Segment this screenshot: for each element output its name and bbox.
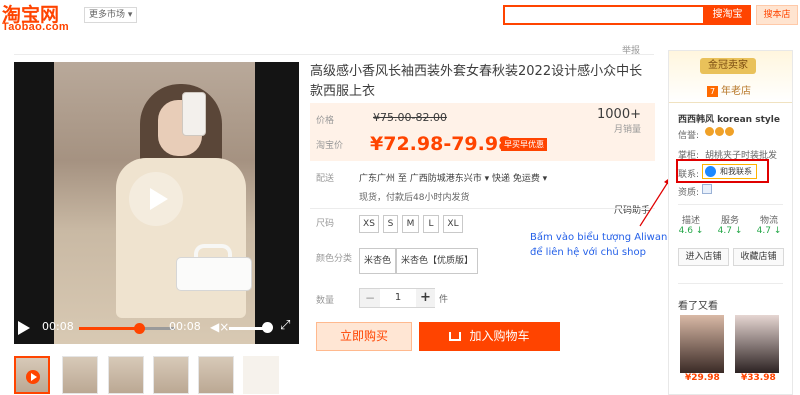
big-play-button[interactable] [129, 172, 183, 226]
chevron-down-icon: ▾ [127, 10, 133, 20]
video-duration: 00:08 [169, 320, 201, 333]
crown-icon [715, 127, 724, 136]
sales-label: 月销量 [613, 125, 641, 135]
score-description: 描述 4.6 ↓ [673, 213, 709, 236]
shop-age-label: 年老店 [721, 86, 751, 97]
delivery-label: 配送 [316, 174, 335, 184]
search-taobao-button[interactable]: 搜淘宝 [704, 5, 751, 25]
shop-sidebar: 金冠卖家 7 年老店 西西韩风 korean style 信誉: 掌柜: 胡桃夹子… [668, 50, 793, 395]
cart-icon [449, 332, 462, 341]
fullscreen-icon[interactable]: ⤢ [280, 318, 290, 333]
original-price: ¥75.00-82.00 [373, 111, 447, 124]
highlight-box [676, 159, 769, 183]
quantity-input[interactable]: 1 [380, 289, 416, 307]
also-viewed-title: 看了又看 [678, 301, 718, 312]
quantity-stepper: − 1 + [359, 288, 435, 308]
market-label: 更多市场 [89, 10, 126, 20]
thumbnail-image[interactable] [243, 356, 279, 394]
score-value: 4.7 ↓ [756, 226, 782, 236]
add-to-cart-button[interactable]: 加入购物车 [419, 322, 560, 351]
score-value: 4.6 ↓ [678, 226, 704, 236]
score-label: 服务 [720, 216, 739, 226]
video-progress-bar[interactable] [79, 323, 175, 334]
logo-subtext: Taobao.com [2, 21, 69, 33]
score-logistics: 物流 4.7 ↓ [751, 213, 787, 236]
buy-now-button[interactable]: 立即购买 [316, 322, 412, 351]
qualification-icon[interactable] [702, 184, 712, 194]
qualification-label: 资质: [678, 188, 700, 198]
taobao-logo[interactable]: 淘宝网 Taobao.com [0, 0, 78, 34]
quantity-label: 数量 [316, 296, 335, 306]
video-current-time: 00:08 [42, 320, 74, 333]
volume-handle[interactable] [262, 322, 273, 333]
favorite-shop-button[interactable]: 收藏店铺 [733, 248, 784, 266]
thumbnail-image[interactable] [62, 356, 98, 394]
credit-label: 信誉: [678, 131, 700, 141]
search-input[interactable] [503, 5, 705, 25]
recommended-item-image[interactable] [680, 315, 724, 373]
delivery-row: 配送 广东广州 至 广西防城港东兴市 ▾ 快递 免运费 ▾ 现货，付款后48小时… [310, 171, 655, 207]
size-option[interactable]: L [423, 215, 439, 233]
monthly-sales: 1000+ 月销量 [597, 107, 641, 135]
score-value: 4.7 ↓ [717, 226, 743, 236]
shop-name[interactable]: 西西韩风 korean style [678, 112, 780, 125]
gold-seller-badge: 金冠卖家 [700, 58, 756, 74]
thumbnail-strip [14, 356, 304, 394]
recommended-item-price: ¥29.98 [685, 373, 720, 383]
promo-badge: 早买早优惠 [501, 138, 547, 151]
quantity-increase-button[interactable]: + [416, 289, 435, 307]
recommended-item-image[interactable] [735, 315, 779, 373]
thumbnail-image[interactable] [108, 356, 144, 394]
sales-count: 1000+ [597, 107, 641, 122]
price-label: 价格 [316, 116, 335, 126]
size-option[interactable]: XS [359, 215, 379, 233]
score-label: 描述 [681, 216, 700, 226]
crown-icon [725, 127, 734, 136]
divider [310, 208, 655, 209]
size-option[interactable]: S [383, 215, 398, 233]
quantity-decrease-button[interactable]: − [360, 289, 380, 307]
delivery-note: 现货，付款后48小时内发货 [359, 193, 470, 203]
mute-icon[interactable]: ◀× [210, 320, 229, 334]
product-title: 高级感小香风长袖西装外套女春秋装2022设计感小众中长款西服上衣 [310, 64, 643, 99]
shop-age: 7 年老店 [707, 82, 751, 97]
thumbnail-image[interactable] [153, 356, 189, 394]
shop-header: 金冠卖家 7 年老店 [669, 51, 792, 103]
score-service: 服务 4.7 ↓ [712, 213, 748, 236]
crown-icon [705, 127, 714, 136]
color-option[interactable]: 米杏色【优质版】 [396, 248, 479, 274]
thumbnail-image[interactable] [198, 356, 234, 394]
play-icon [150, 188, 168, 210]
product-video[interactable]: 00:08 00:08 ◀× ⤢ [14, 62, 299, 344]
score-label: 物流 [759, 216, 778, 226]
promo-price: ¥72.98-79.98 [370, 133, 512, 155]
color-option[interactable]: 米杏色 [359, 248, 397, 274]
divider [14, 54, 654, 55]
recommended-item-price: ¥33.98 [741, 373, 776, 383]
color-label: 颜色分类 [316, 254, 353, 264]
shop-age-number: 7 [707, 86, 718, 97]
search-shop-button[interactable]: 搜本店 [756, 5, 798, 25]
play-icon[interactable] [18, 321, 30, 335]
enter-shop-button[interactable]: 进入店铺 [678, 248, 729, 266]
divider [678, 283, 783, 284]
size-option[interactable]: M [402, 215, 419, 233]
thumbnail-video[interactable] [14, 356, 50, 394]
quantity-unit: 件 [439, 295, 449, 305]
add-to-cart-label: 加入购物车 [469, 329, 530, 343]
promo-price-label: 淘宝价 [316, 141, 344, 151]
size-helper-link[interactable]: 尺码助手 [614, 203, 650, 216]
size-option[interactable]: XL [443, 215, 463, 233]
video-progress-handle[interactable] [133, 323, 145, 334]
play-icon [26, 370, 40, 384]
delivery-route[interactable]: 广东广州 至 广西防城港东兴市 ▾ 快递 免运费 ▾ [359, 171, 547, 184]
video-controls: 00:08 00:08 ◀× ⤢ [14, 312, 299, 344]
more-markets-dropdown[interactable]: 更多市场 ▾ [84, 7, 138, 23]
divider [678, 204, 783, 205]
video-progress-fill [79, 327, 139, 330]
price-box: 价格 ¥75.00-82.00 淘宝价 ¥72.98-79.98 早买早优惠 1… [310, 103, 655, 161]
size-label: 尺码 [316, 219, 335, 229]
